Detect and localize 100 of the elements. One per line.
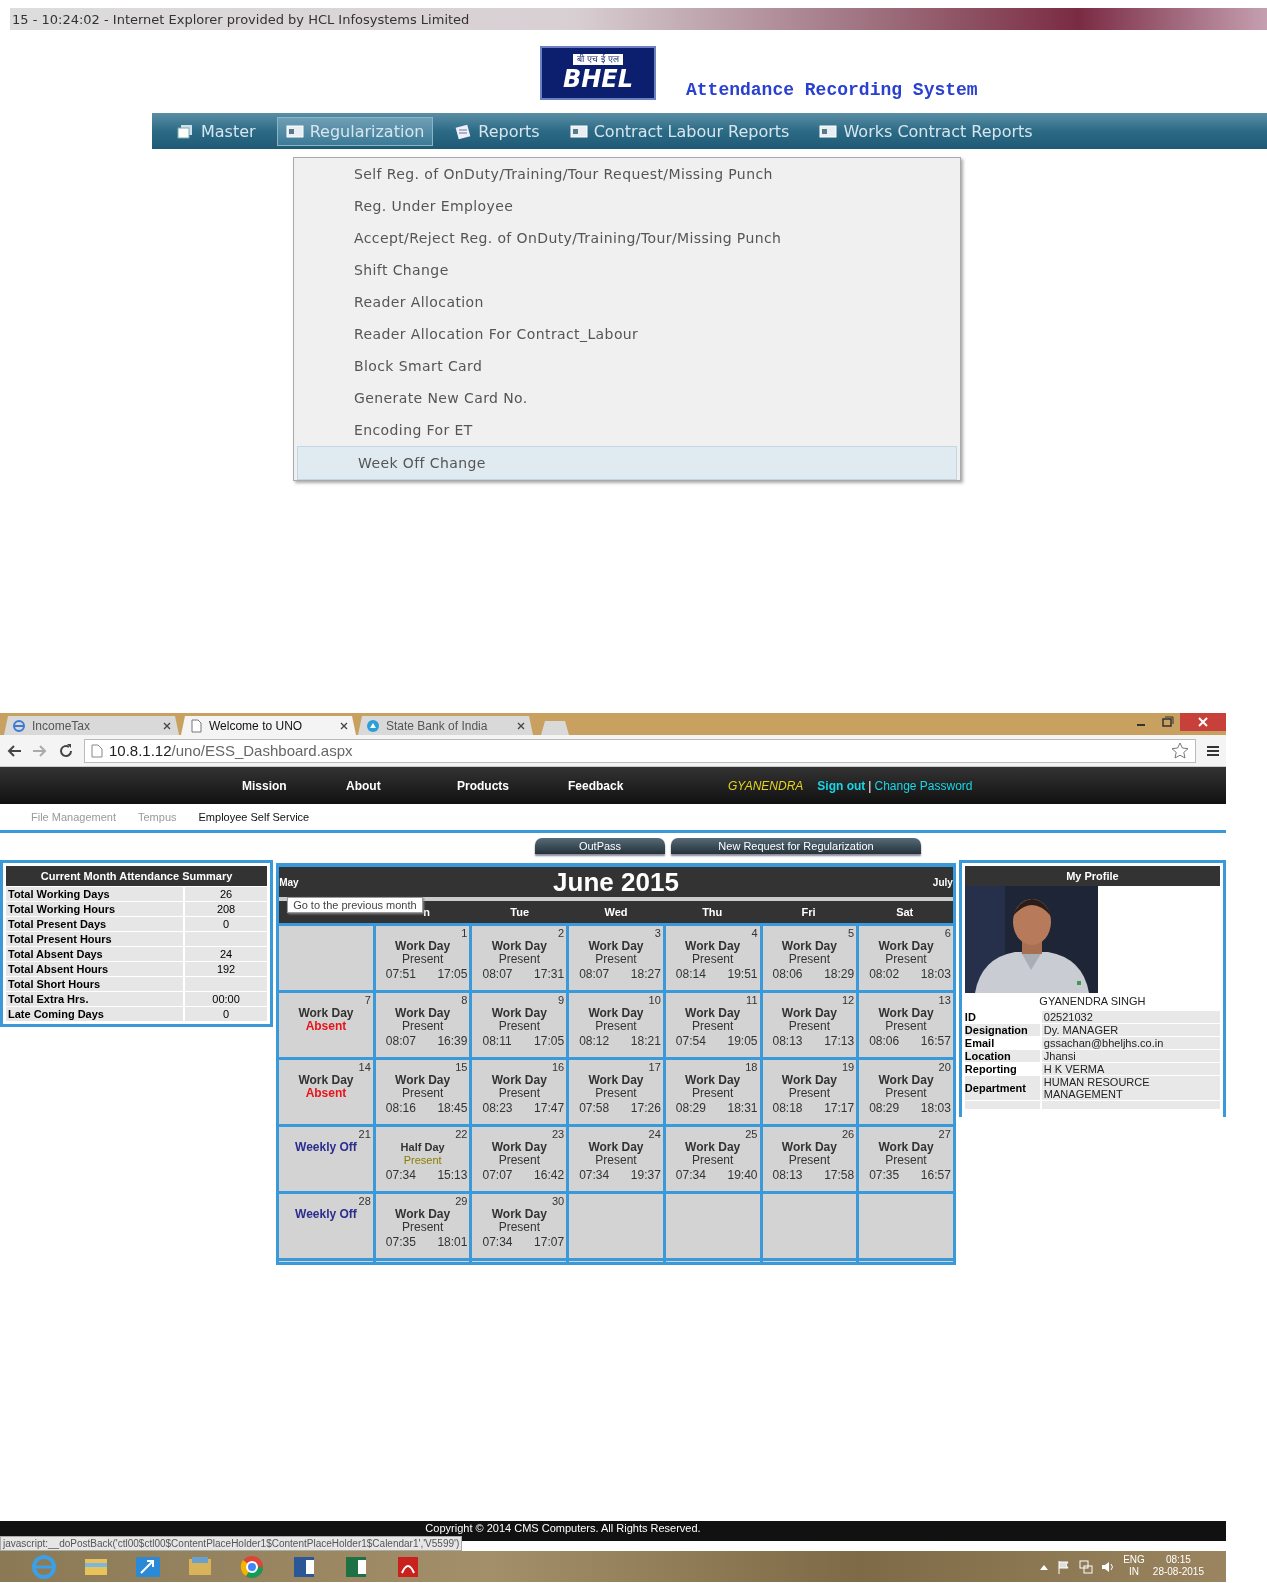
prev-month-link[interactable]: May [279, 876, 320, 888]
close-icon[interactable] [1180, 713, 1226, 731]
calendar-day[interactable]: 21 Weekly Off [279, 1127, 373, 1191]
day-number[interactable]: 20 [938, 1061, 951, 1074]
menu-item[interactable]: Master [168, 116, 265, 146]
nav-tab[interactable]: Employee Self Service [198, 811, 310, 823]
calendar-day[interactable]: 16 Work Day Present 08:23 17:47 [472, 1060, 567, 1124]
day-number[interactable]: 3 [654, 927, 661, 940]
day-number[interactable]: 25 [745, 1128, 758, 1141]
calendar-day[interactable]: 13 Work Day Present 08:06 16:57 [859, 993, 953, 1057]
day-number[interactable]: 12 [841, 994, 855, 1007]
calendar-day[interactable]: 24 Work Day Present 07:34 19:37 [569, 1127, 663, 1191]
menu-item[interactable]: Block Smart Card [294, 350, 960, 382]
menu-item[interactable]: Reg. Under Employee [294, 190, 960, 222]
menu-item[interactable]: Week Off Change [297, 446, 957, 480]
day-number[interactable]: 9 [558, 994, 565, 1007]
day-number[interactable]: 23 [551, 1128, 565, 1141]
calendar-day[interactable]: 19 Work Day Present 08:18 17:17 [762, 1060, 857, 1124]
day-number[interactable]: 13 [938, 994, 951, 1007]
menu-item[interactable]: Shift Change [294, 254, 960, 286]
day-number[interactable]: 22 [455, 1128, 468, 1141]
close-icon[interactable] [517, 721, 525, 730]
calendar-day[interactable]: 6 Work Day Present 08:02 18:03 [859, 926, 953, 990]
day-number[interactable]: 27 [938, 1128, 951, 1141]
day-number[interactable]: 11 [746, 994, 758, 1007]
sign-out-link[interactable]: Sign out [817, 778, 866, 793]
reload-icon[interactable] [58, 742, 74, 759]
close-icon[interactable] [163, 721, 171, 730]
calendar-day[interactable]: 7 Work Day Absent [279, 993, 373, 1057]
calendar-day[interactable]: 30 Work Day Present 07:34 17:07 [472, 1194, 567, 1258]
menu-item[interactable]: Reader Allocation For Contract_Labour [294, 318, 960, 350]
change-password-link[interactable]: Change Password [874, 778, 973, 793]
browser-tab[interactable]: Welcome to UNO [181, 716, 356, 735]
day-number[interactable]: 15 [455, 1061, 468, 1074]
day-number[interactable]: 14 [358, 1061, 371, 1074]
day-number[interactable]: 24 [648, 1128, 661, 1141]
calendar-day[interactable]: 27 Work Day Present 07:35 16:57 [859, 1127, 953, 1191]
calendar-day[interactable]: 5 Work Day Present 08:06 18:29 [762, 926, 857, 990]
action-button[interactable]: New Request for Regularization [671, 838, 921, 854]
day-number[interactable]: 5 [848, 927, 855, 940]
calendar-day[interactable]: 23 Work Day Present 07:07 16:42 [472, 1127, 567, 1191]
star-icon[interactable] [1171, 742, 1189, 759]
calendar-day[interactable]: 1 Work Day Present 07:51 17:05 [375, 926, 470, 990]
menu-item[interactable]: Self Reg. of OnDuty/Training/Tour Request/Missing Punch [294, 158, 960, 190]
nav-link[interactable]: Feedback [568, 778, 728, 793]
calendar-day[interactable]: 2 Work Day Present 08:07 17:31 [472, 926, 567, 990]
day-number[interactable]: 8 [461, 994, 468, 1007]
day-number[interactable]: 7 [364, 994, 371, 1007]
calendar-day[interactable]: 10 Work Day Present 08:12 18:21 [569, 993, 663, 1057]
calendar-day[interactable]: 15 Work Day Present 08:16 18:45 [375, 1060, 470, 1124]
language-indicator[interactable]: ENG [1123, 1553, 1145, 1566]
network-icon[interactable] [1079, 1559, 1094, 1574]
day-number[interactable]: 4 [751, 927, 758, 940]
nav-link[interactable]: Products [457, 778, 568, 793]
calendar-day[interactable]: 4 Work Day Present 08:14 19:51 [665, 926, 760, 990]
menu-item[interactable]: Reports [445, 116, 549, 146]
calendar-day[interactable]: 28 Weekly Off [279, 1194, 373, 1258]
nav-link[interactable]: About [346, 778, 457, 793]
menu-item[interactable]: Generate New Card No. [294, 382, 960, 414]
flag-icon[interactable] [1057, 1559, 1072, 1574]
day-number[interactable]: 2 [558, 927, 565, 940]
day-number[interactable]: 16 [551, 1061, 565, 1074]
action-button[interactable]: OutPass [535, 838, 665, 854]
day-number[interactable]: 29 [455, 1195, 468, 1208]
day-number[interactable]: 28 [358, 1195, 371, 1208]
menu-item[interactable]: Accept/Reject Reg. of OnDuty/Training/Tour/Missing Punch [294, 222, 960, 254]
browser-tab[interactable]: IncomeTax [4, 716, 179, 735]
back-icon[interactable] [6, 743, 22, 758]
calendar-day[interactable]: 25 Work Day Present 07:34 19:40 [665, 1127, 760, 1191]
address-field[interactable]: 10.8.1.12/uno/ESS_Dashboard.aspx [84, 738, 1196, 763]
calendar-day[interactable]: 9 Work Day Present 08:11 17:05 [472, 993, 567, 1057]
menu-item[interactable]: Works Contract Reports [810, 116, 1042, 146]
menu-item[interactable]: Contract Labour Reports [560, 116, 799, 146]
calendar-day[interactable]: 14 Work Day Absent [279, 1060, 373, 1124]
calendar-day[interactable]: 29 Work Day Present 07:35 18:01 [375, 1194, 470, 1258]
day-number[interactable]: 26 [841, 1128, 855, 1141]
day-number[interactable]: 6 [944, 927, 951, 940]
browser-tab[interactable]: State Bank of India [358, 716, 533, 735]
nav-link[interactable]: Mission [242, 778, 346, 793]
calendar-day[interactable]: 8 Work Day Present 08:07 16:39 [375, 993, 470, 1057]
next-month-link[interactable]: July [912, 876, 953, 888]
calendar-day[interactable]: 22 Half Day Present 07:34 15:13 [375, 1127, 470, 1191]
calendar-day[interactable]: 12 Work Day Present 08:13 17:13 [762, 993, 857, 1057]
calendar-day[interactable]: 26 Work Day Present 08:13 17:58 [762, 1127, 857, 1191]
day-number[interactable]: 17 [648, 1061, 661, 1074]
clock-time[interactable]: 08:15 [1165, 1553, 1191, 1566]
calendar-day[interactable]: 3 Work Day Present 08:07 18:27 [569, 926, 663, 990]
day-number[interactable]: 19 [841, 1061, 855, 1074]
calendar-day[interactable]: 17 Work Day Present 07:58 17:26 [569, 1060, 663, 1124]
calendar-day[interactable]: 20 Work Day Present 08:29 18:03 [859, 1060, 953, 1124]
menu-icon[interactable] [1206, 744, 1220, 757]
menu-item[interactable]: Reader Allocation [294, 286, 960, 318]
close-icon[interactable] [340, 721, 348, 730]
day-number[interactable]: 1 [461, 927, 468, 940]
day-number[interactable]: 21 [358, 1128, 371, 1141]
calendar-day[interactable]: 18 Work Day Present 08:29 18:31 [665, 1060, 760, 1124]
speaker-icon[interactable] [1101, 1559, 1116, 1574]
calendar-day[interactable]: 11 Work Day Present 07:54 19:05 [665, 993, 760, 1057]
menu-item[interactable]: Encoding For ET [294, 414, 960, 446]
day-number[interactable]: 18 [745, 1061, 758, 1074]
